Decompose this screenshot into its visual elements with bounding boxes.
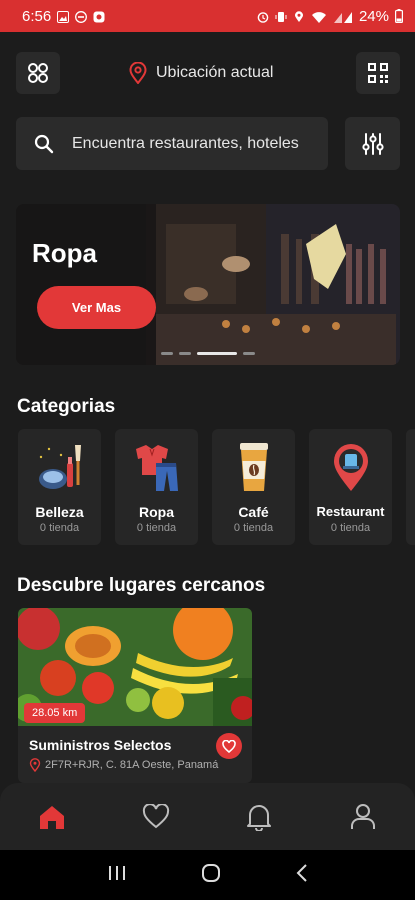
place-card[interactable]: 28.05 km Suministros Selectos 2F7R+RJR, … — [18, 608, 252, 783]
filter-button[interactable] — [345, 117, 400, 170]
see-more-button[interactable]: Ver Mas — [37, 286, 156, 329]
search-row: Encuentra restaurantes, hoteles — [16, 117, 400, 170]
favorite-button[interactable] — [216, 733, 242, 759]
recent-apps-button[interactable] — [108, 865, 126, 886]
category-card-cafe[interactable]: Café 0 tienda — [212, 429, 295, 545]
carousel-dot[interactable] — [179, 352, 191, 355]
category-count: 0 tienda — [136, 522, 177, 534]
distance-badge: 28.05 km — [24, 703, 86, 723]
profile-tab[interactable] — [343, 797, 383, 837]
qr-scan-button[interactable] — [356, 52, 400, 94]
location-pin-icon — [129, 62, 147, 84]
home-circle-icon — [201, 863, 220, 882]
wifi-icon — [311, 10, 327, 23]
category-card-more[interactable] — [406, 429, 415, 545]
sliders-icon — [361, 132, 384, 155]
battery-icon — [395, 9, 404, 24]
search-icon — [34, 134, 54, 153]
nearby-title: Descubre lugares cercanos — [17, 575, 266, 596]
recent-apps-icon — [108, 865, 125, 880]
carousel-dot-active[interactable] — [197, 352, 237, 355]
clothing-store-photo — [16, 204, 400, 365]
category-name: Restaurant — [316, 504, 385, 519]
notifications-tab[interactable] — [239, 797, 279, 837]
category-count: 0 tienda — [330, 522, 371, 534]
promo-banner[interactable]: Ropa Ver Mas — [16, 204, 400, 365]
dnd-icon — [75, 10, 88, 23]
favorites-tab[interactable] — [136, 797, 176, 837]
heart-icon — [222, 739, 236, 753]
category-count: 0 tienda — [39, 522, 80, 534]
menu-grid-button[interactable] — [16, 52, 60, 94]
search-input[interactable]: Encuentra restaurantes, hoteles — [16, 117, 328, 170]
bottom-navigation — [0, 783, 415, 850]
location-status-icon — [293, 10, 305, 22]
home-icon — [39, 805, 64, 829]
coffee-icon — [240, 443, 268, 491]
carousel-dot[interactable] — [161, 352, 173, 355]
carousel-dot[interactable] — [243, 352, 255, 355]
search-placeholder: Encuentra restaurantes, hoteles — [72, 134, 299, 152]
home-button[interactable] — [201, 863, 221, 888]
category-card-restaurant[interactable]: Restaurant 0 tienda — [309, 429, 392, 545]
location-pin-icon — [29, 758, 41, 772]
alarm-icon — [257, 10, 269, 23]
top-bar: Ubicación actual — [16, 52, 400, 94]
vibrate-icon — [275, 10, 287, 22]
clothes-icon — [136, 445, 178, 491]
makeup-icon — [39, 445, 81, 489]
categories-title: Categorias — [17, 396, 116, 417]
bell-icon — [247, 804, 272, 831]
grid-icon — [28, 63, 48, 83]
carousel-indicator — [161, 352, 255, 355]
heart-icon — [142, 804, 169, 829]
back-chevron-icon — [296, 863, 307, 882]
category-card-belleza[interactable]: Belleza 0 tienda — [18, 429, 101, 545]
back-button[interactable] — [296, 863, 308, 888]
app-notification-icon — [93, 10, 105, 23]
location-label: Ubicación actual — [156, 64, 274, 81]
status-time: 6:56 — [22, 7, 52, 25]
category-name: Belleza — [35, 504, 84, 520]
user-icon — [351, 803, 376, 829]
category-card-ropa[interactable]: Ropa 0 tienda — [115, 429, 198, 545]
signal-icon — [333, 10, 353, 23]
home-tab[interactable] — [32, 797, 72, 837]
image-notification-icon — [57, 10, 70, 23]
category-name: Café — [238, 504, 269, 520]
banner-title: Ropa — [32, 238, 97, 268]
system-navigation-bar — [0, 850, 415, 900]
categories-list: Belleza 0 tienda Ropa 0 tienda Café 0 ti… — [18, 429, 415, 545]
place-address: 2F7R+RJR, C. 81A Oeste, Panamá — [45, 759, 219, 771]
status-bar: 6:56 24% — [0, 0, 415, 32]
place-name: Suministros Selectos — [29, 737, 172, 753]
current-location-button[interactable]: Ubicación actual — [128, 62, 273, 84]
qr-code-icon — [368, 63, 388, 83]
battery-percent: 24% — [358, 7, 389, 25]
restaurant-pin-icon — [334, 444, 368, 491]
category-name: Ropa — [139, 504, 174, 520]
category-count: 0 tienda — [233, 522, 274, 534]
place-address-row: 2F7R+RJR, C. 81A Oeste, Panamá — [29, 758, 218, 772]
